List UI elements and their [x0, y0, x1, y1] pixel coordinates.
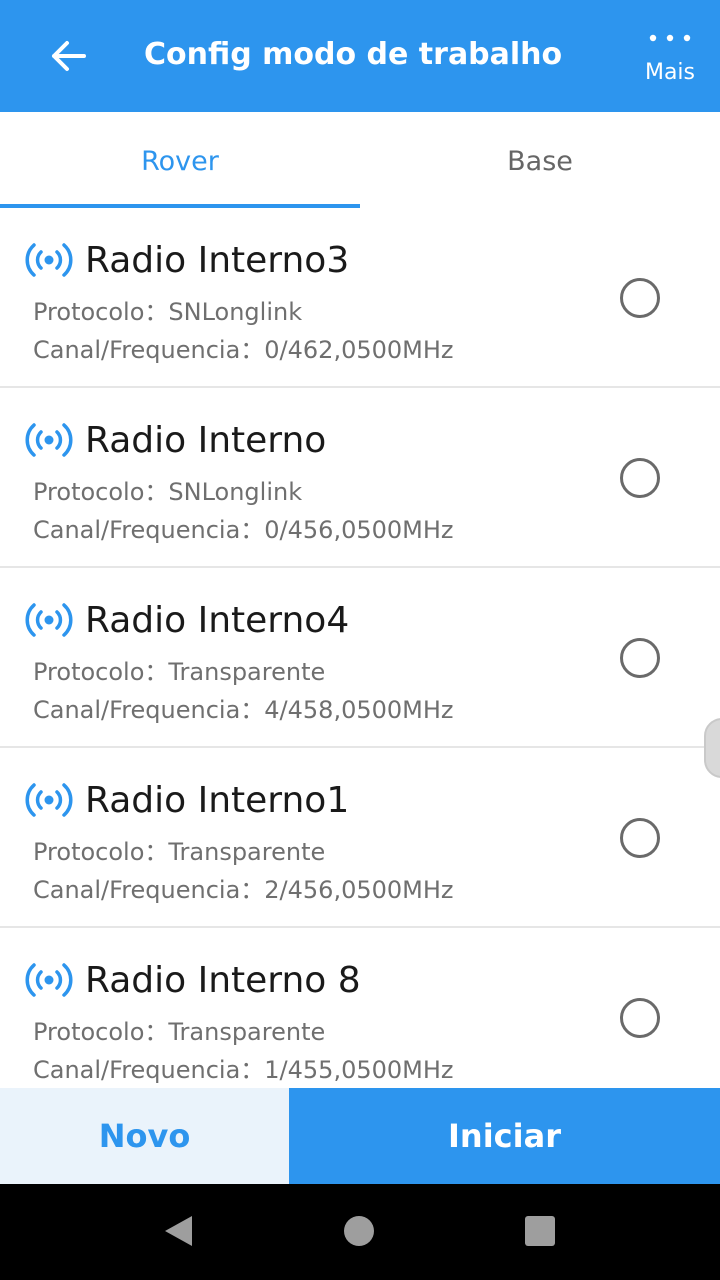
radio-signal-icon: [25, 783, 73, 817]
item-channel: Canal/Frequencia：1/455,0500MHz: [33, 1056, 454, 1084]
back-button[interactable]: [38, 30, 98, 82]
radio-signal-icon: [25, 423, 73, 457]
item-name: Radio Interno3: [85, 240, 350, 281]
list-item[interactable]: Radio Interno Protocolo：SNLonglink Canal…: [0, 388, 720, 568]
item-protocol: Protocolo：SNLonglink: [33, 478, 303, 506]
select-radio[interactable]: [620, 818, 660, 858]
item-protocol: Protocolo：Transparente: [33, 838, 326, 866]
list-item[interactable]: Radio Interno4 Protocolo：Transparente Ca…: [0, 568, 720, 748]
radio-signal-icon: [25, 963, 73, 997]
select-radio[interactable]: [620, 458, 660, 498]
three-dots-icon: [649, 34, 691, 42]
more-button[interactable]: Mais: [630, 24, 710, 94]
page-title: Config modo de trabalho: [144, 37, 563, 72]
radio-signal-icon: [25, 603, 73, 637]
radio-list: Radio Interno3 Protocolo：SNLonglink Cana…: [0, 208, 720, 1088]
list-item[interactable]: Radio Interno1 Protocolo：Transparente Ca…: [0, 748, 720, 928]
screen: Config modo de trabalho Mais Rover Base: [0, 0, 720, 1280]
tab-rover[interactable]: Rover: [0, 112, 360, 210]
nav-home-icon[interactable]: [344, 1216, 374, 1246]
item-channel: Canal/Frequencia：0/456,0500MHz: [33, 516, 454, 544]
novo-button[interactable]: Novo: [0, 1088, 289, 1184]
item-protocol: Protocolo：Transparente: [33, 1018, 326, 1046]
select-radio[interactable]: [620, 638, 660, 678]
tab-base[interactable]: Base: [360, 112, 720, 210]
item-name: Radio Interno1: [85, 780, 350, 821]
nav-back-icon[interactable]: [162, 1214, 194, 1248]
item-channel: Canal/Frequencia：0/462,0500MHz: [33, 336, 454, 364]
nav-recent-apps-icon[interactable]: [525, 1216, 555, 1246]
item-channel: Canal/Frequencia：2/456,0500MHz: [33, 876, 454, 904]
tab-bar: Rover Base: [0, 112, 720, 210]
more-label: Mais: [644, 60, 696, 85]
floating-side-handle[interactable]: [704, 718, 720, 778]
list-item[interactable]: Radio Interno 8 Protocolo：Transparente C…: [0, 928, 720, 1088]
item-protocol: Protocolo：Transparente: [33, 658, 326, 686]
item-protocol: Protocolo：SNLonglink: [33, 298, 303, 326]
list-item[interactable]: Radio Interno3 Protocolo：SNLonglink Cana…: [0, 208, 720, 388]
system-nav-bar: [0, 1184, 720, 1280]
iniciar-button[interactable]: Iniciar: [289, 1088, 720, 1184]
item-name: Radio Interno 8: [85, 960, 361, 1001]
radio-signal-icon: [25, 243, 73, 277]
select-radio[interactable]: [620, 278, 660, 318]
item-name: Radio Interno4: [85, 600, 350, 641]
app-bar: Config modo de trabalho Mais: [0, 0, 720, 112]
item-channel: Canal/Frequencia：4/458,0500MHz: [33, 696, 454, 724]
item-name: Radio Interno: [85, 420, 327, 461]
select-radio[interactable]: [620, 998, 660, 1038]
arrow-left-icon: [52, 41, 86, 71]
bottom-action-bar: Novo Iniciar: [0, 1088, 720, 1184]
